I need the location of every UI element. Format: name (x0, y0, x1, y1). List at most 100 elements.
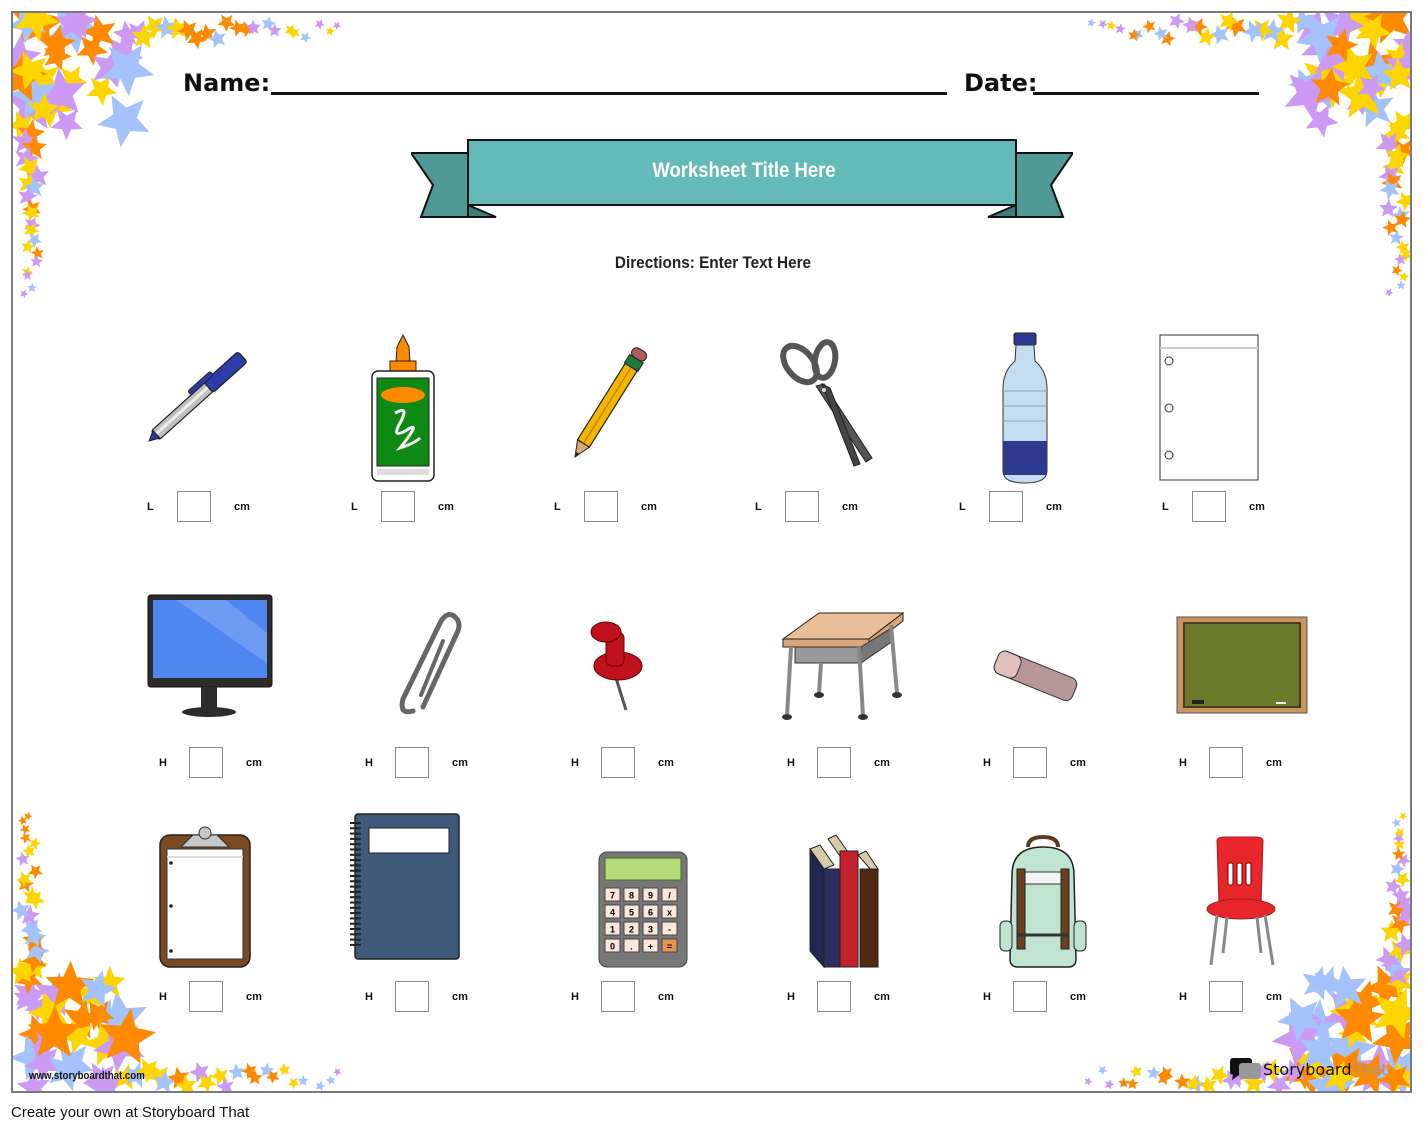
answer-box[interactable] (381, 491, 415, 522)
star-icon (1391, 886, 1410, 904)
star-icon (227, 1063, 245, 1081)
answer-box[interactable] (785, 491, 819, 522)
answer-box[interactable] (601, 747, 635, 778)
answer-box[interactable] (189, 747, 223, 778)
star-icon (13, 34, 42, 78)
star-icon (1394, 253, 1407, 266)
measure-label: H (159, 756, 167, 769)
star-icon (24, 811, 33, 821)
unit-label: cm (1070, 756, 1086, 769)
star-icon (1399, 271, 1410, 282)
star-icon (259, 1062, 275, 1077)
star-icon (1188, 1074, 1206, 1091)
star-icon (229, 19, 246, 37)
name-field-line[interactable] (271, 92, 947, 95)
star-icon (50, 109, 83, 141)
star-icon (92, 999, 122, 1029)
star-icon (35, 972, 79, 1016)
star-icon (288, 26, 300, 39)
star-icon (1385, 877, 1402, 895)
measurement-field-push-pin: Hcm (571, 747, 674, 778)
star-icon (165, 17, 188, 40)
star-icon (57, 66, 88, 96)
star-icon (1219, 13, 1240, 32)
star-icon (297, 1075, 309, 1086)
star-icon (99, 54, 133, 88)
svg-text:5: 5 (629, 908, 634, 918)
star-icon (24, 994, 52, 1022)
star-icon (24, 59, 60, 97)
star-icon (1394, 871, 1410, 888)
star-icon (22, 266, 34, 278)
star-icon (217, 14, 236, 32)
svg-text:9: 9 (648, 891, 653, 901)
measure-label: H (365, 990, 373, 1003)
star-icon (1385, 41, 1410, 71)
star-icon (1399, 248, 1410, 262)
star-icon (13, 13, 47, 44)
unit-label: cm (234, 500, 250, 513)
calculator-key: 4 (604, 904, 621, 919)
answer-box[interactable] (395, 747, 429, 778)
answer-box[interactable] (601, 981, 635, 1012)
star-icon (1295, 13, 1336, 51)
measurement-field-pencil: Lcm (554, 491, 657, 522)
star-icon (1289, 13, 1315, 34)
answer-box[interactable] (817, 981, 851, 1012)
star-icon (153, 1070, 177, 1091)
unit-label: cm (452, 990, 468, 1003)
star-icon (15, 851, 30, 866)
star-icon (1314, 966, 1345, 999)
star-icon (1374, 987, 1410, 1040)
answer-box[interactable] (1013, 747, 1047, 778)
star-icon (1130, 28, 1144, 42)
calculator-key: 6 (642, 904, 659, 919)
answer-box[interactable] (1013, 981, 1047, 1012)
answer-box[interactable] (1209, 981, 1243, 1012)
star-icon (261, 16, 276, 31)
star-icon (1350, 41, 1397, 89)
star-icon (197, 1073, 217, 1091)
footer-create-link[interactable]: Create your own at Storyboard That (11, 1104, 249, 1121)
measure-label: L (351, 500, 358, 513)
star-icon (1174, 1073, 1191, 1090)
date-field-line[interactable] (1033, 92, 1259, 95)
measure-label: L (554, 500, 561, 513)
answer-box[interactable] (395, 981, 429, 1012)
star-icon (189, 1061, 209, 1083)
star-icon (81, 970, 117, 1008)
calculator-key: 3 (642, 921, 659, 936)
answer-box[interactable] (584, 491, 618, 522)
star-icon (154, 15, 178, 39)
name-label: Name: (183, 69, 271, 97)
measure-label: H (1179, 756, 1187, 769)
star-icon (315, 1080, 326, 1091)
star-icon (1157, 1070, 1172, 1086)
answer-box[interactable] (189, 981, 223, 1012)
answer-box[interactable] (817, 747, 851, 778)
star-icon (1385, 968, 1410, 997)
measure-label: L (755, 500, 762, 513)
measurement-field-sheet-of-paper: Lcm (1162, 491, 1265, 522)
star-icon (265, 1070, 280, 1084)
star-icon (28, 78, 60, 109)
calculator-key: = (661, 938, 678, 953)
star-icon (1210, 1065, 1230, 1086)
star-icon (101, 44, 155, 97)
star-icon (59, 1018, 94, 1054)
answer-box[interactable] (1209, 747, 1243, 778)
answer-box[interactable] (177, 491, 211, 522)
star-icon (1296, 13, 1347, 64)
star-icon (82, 1021, 126, 1066)
answer-box[interactable] (1192, 491, 1226, 522)
star-icon (186, 28, 208, 50)
star-icon (14, 966, 43, 994)
unit-label: cm (1266, 756, 1282, 769)
star-icon (1355, 13, 1392, 50)
star-icon (19, 824, 31, 835)
unit-label: cm (1070, 990, 1086, 1003)
star-icon (1387, 939, 1410, 964)
answer-box[interactable] (989, 491, 1023, 522)
measure-label: H (983, 756, 991, 769)
measurement-field-clipboard: Hcm (159, 981, 262, 1012)
